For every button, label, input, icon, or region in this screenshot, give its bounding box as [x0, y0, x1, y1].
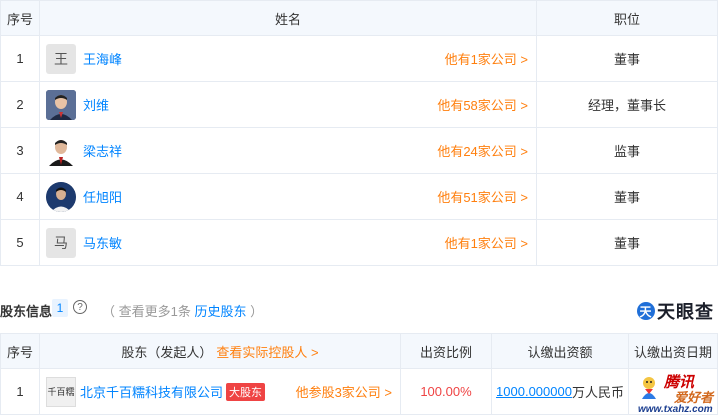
holdings-link[interactable]: 他参股3家公司 > — [296, 382, 392, 401]
history-shareholders-link[interactable]: 历史股东 — [194, 304, 246, 319]
amount-link[interactable]: 1000.000000 — [496, 384, 572, 399]
logo-text: 天眼查 — [657, 302, 714, 322]
companies-link[interactable]: 他有1家公司 > — [445, 233, 528, 252]
companies-link[interactable]: 他有51家公司 > — [437, 187, 528, 206]
avatar[interactable]: 王 — [46, 43, 76, 74]
amount-cell: 1000.000000 万人民币 — [492, 369, 629, 415]
person-name-link[interactable]: 任旭阳 — [83, 187, 122, 206]
position-text: 董事 — [537, 36, 718, 82]
amount-unit: 万人民币 — [571, 385, 624, 400]
row-index: 5 — [0, 220, 40, 266]
position-text: 经理，董事长 — [537, 82, 718, 128]
header-index: 序号 — [0, 0, 40, 36]
person-name-link[interactable]: 梁志祥 — [83, 141, 122, 160]
major-shareholder-badge: 大股东 — [226, 382, 266, 401]
position-text: 董事 — [537, 220, 718, 266]
row-index: 3 — [0, 128, 40, 174]
mascot-icon — [642, 377, 656, 399]
row-index: 1 — [0, 36, 40, 82]
logo-mark-icon: 天 — [637, 302, 655, 320]
table-row: 2 刘维 他有58家公司 > 经理，董事长 — [0, 82, 718, 128]
header-amount: 认缴出资额 — [492, 333, 629, 369]
header-holder: 股东（发起人） 查看实际控股人 > — [40, 333, 401, 369]
avatar[interactable]: 马 — [46, 227, 76, 258]
avatar-photo[interactable] — [46, 89, 76, 120]
person-name-link[interactable]: 刘维 — [83, 95, 109, 114]
table-row: 5 马 马东敏 他有1家公司 > 董事 — [0, 220, 718, 266]
companies-link[interactable]: 他有1家公司 > — [445, 49, 528, 68]
row-index: 2 — [0, 82, 40, 128]
company-logo[interactable]: 千百糯 — [46, 376, 76, 407]
company-name-link[interactable]: 北京千百糯科技有限公司 — [80, 382, 223, 401]
more-info: （ 查看更多1条 历史股东 ） — [102, 301, 263, 320]
table-row: 3 梁志祥 他有24家公司 > 监事 — [0, 128, 718, 174]
person-name-link[interactable]: 王海峰 — [83, 49, 122, 68]
avatar-photo[interactable] — [46, 135, 76, 166]
header-holder-label: 股东（发起人） — [121, 344, 213, 360]
section-title: 股东信息 — [0, 304, 53, 319]
header-name: 姓名 — [40, 0, 537, 36]
header-index: 序号 — [0, 333, 40, 369]
person-name-link[interactable]: 马东敏 — [83, 233, 122, 252]
position-text: 董事 — [537, 174, 718, 220]
help-icon[interactable]: ? — [73, 300, 87, 314]
holder-cell: 千百糯 北京千百糯科技有限公司 大股东 他参股3家公司 > — [40, 369, 401, 415]
table-row: 4 任旭阳 他有51家公司 > 董事 — [0, 174, 718, 220]
count-badge: 1 — [52, 299, 68, 317]
companies-link[interactable]: 他有24家公司 > — [437, 141, 528, 160]
shareholder-section-header: 股东信息 1 ? （ 查看更多1条 历史股东 ） 天 天眼查 — [0, 298, 728, 322]
shareholder-table-header: 序号 股东（发起人） 查看实际控股人 > 出资比例 认缴出资额 认缴出资日期 — [0, 333, 718, 369]
avatar-photo[interactable] — [46, 181, 76, 212]
header-position: 职位 — [537, 0, 718, 36]
ratio-value: 100.00% — [401, 369, 492, 415]
header-ratio: 出资比例 — [401, 333, 492, 369]
more-suffix: ） — [250, 304, 264, 319]
position-text: 监事 — [537, 128, 718, 174]
table-row: 1 千百糯 北京千百糯科技有限公司 大股东 他参股3家公司 > 100.00% … — [0, 369, 718, 415]
tianyancha-logo: 天 天眼查 — [637, 298, 714, 324]
row-index: 1 — [0, 369, 40, 415]
actual-controller-link[interactable]: 查看实际控股人 > — [216, 342, 318, 361]
watermark-url: www.txahz.com — [638, 404, 713, 415]
companies-link[interactable]: 他有58家公司 > — [437, 95, 528, 114]
header-date: 认缴出资日期 — [629, 333, 718, 369]
staff-table-header: 序号 姓名 职位 — [0, 0, 718, 36]
more-prefix: （ 查看更多1条 — [102, 304, 191, 319]
table-row: 1 王 王海峰 他有1家公司 > 董事 — [0, 36, 718, 82]
watermark: 腾讯 爱好者 www.txahz.com — [634, 369, 728, 418]
row-index: 4 — [0, 174, 40, 220]
